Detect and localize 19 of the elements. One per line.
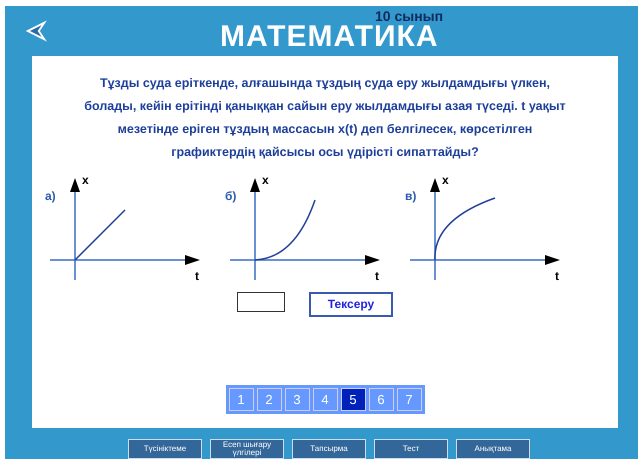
axis-label: t <box>375 268 379 283</box>
axis-label: x <box>262 172 269 187</box>
page-button[interactable]: 5 <box>340 388 366 411</box>
nav-tab[interactable]: Анықтама <box>456 439 530 459</box>
question-text: Тұзды суда еріткенде, алғашында тұздың суда еру жылдамдығы үлкен, болады, кейін ерітінді қаныққан сайын еру жылдамдығы азая түседі. t уақыт мезетінде еріген тұздың массасын x(t) деп белгілесек, көрсетілген графиктердің қайсысы осы үдірісті сипаттайды? <box>83 74 567 161</box>
back-arrow-icon[interactable] <box>25 20 47 42</box>
nav-tab[interactable]: Есеп шығару үлгілері <box>210 439 284 459</box>
check-button[interactable]: Тексеру <box>309 292 393 317</box>
nav-tab[interactable]: Түсініктеме <box>128 439 202 459</box>
axis-label: t <box>555 268 559 283</box>
option-label: а) <box>45 188 56 203</box>
answer-field[interactable] <box>237 292 285 312</box>
nav-tab[interactable]: Тест <box>374 439 448 459</box>
axis-label: x <box>82 172 89 187</box>
axis-label: x <box>442 172 449 187</box>
option-label: б) <box>225 188 236 203</box>
option-label: в) <box>405 188 416 203</box>
axis-label: t <box>195 268 199 283</box>
nav-tab[interactable]: Тапсырма <box>292 439 366 459</box>
